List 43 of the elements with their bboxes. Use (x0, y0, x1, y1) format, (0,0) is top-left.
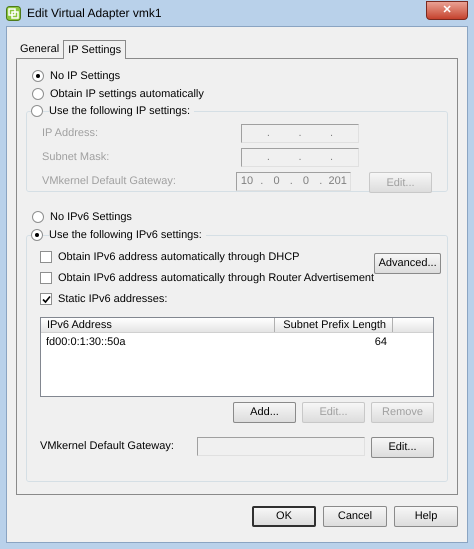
separator: . (330, 126, 334, 142)
checkbox-label: Static IPv6 addresses: (58, 292, 168, 307)
button[interactable]: Add... (233, 402, 296, 423)
radio-button[interactable] (32, 211, 44, 223)
button[interactable]: Advanced... (374, 252, 442, 274)
checkbox[interactable] (40, 293, 52, 305)
checkbox-label: Obtain IPv6 address automatically through DHCP (58, 250, 300, 265)
checkbox[interactable] (40, 251, 52, 263)
checkbox-label: Obtain IPv6 address automatically through Router Advertisement (58, 270, 374, 286)
logo-icon (6, 6, 21, 20)
checkbox[interactable] (40, 272, 52, 284)
gateway-field[interactable] (196, 436, 365, 456)
separator: . (298, 126, 302, 142)
column-header[interactable]: IPv6 Address (41, 318, 275, 332)
octet: 0 (272, 174, 281, 190)
radio-button[interactable] (32, 70, 44, 82)
octet: 0 (302, 174, 310, 190)
separator: . (298, 150, 302, 166)
field-label: VMkernel Default Gateway: (40, 438, 175, 454)
radio-button[interactable] (31, 105, 43, 117)
separator: . (319, 174, 322, 190)
octet: 10 (240, 174, 254, 190)
check-icon (42, 294, 50, 304)
separator: . (266, 150, 270, 166)
radio-button[interactable] (31, 229, 43, 241)
separator: . (330, 150, 334, 166)
radio-button[interactable] (32, 88, 44, 100)
table-cell-text: 64 (374, 334, 388, 350)
separator: . (290, 174, 293, 190)
field-label: IP Address: (42, 126, 100, 142)
field-label: VMkernel Default Gateway: (42, 174, 177, 190)
octet: 201 (328, 174, 347, 190)
button[interactable]: Cancel (323, 506, 387, 527)
tab[interactable]: IP Settings (63, 40, 126, 59)
separator: . (266, 126, 270, 142)
table-cell-text: fd00:0:1:30::50a (45, 334, 127, 350)
button[interactable]: Help (394, 506, 458, 527)
column-header[interactable]: Subnet Prefix Length (275, 318, 393, 332)
separator: . (260, 174, 264, 190)
window-title: Edit Virtual Adapter vmk1 (27, 5, 163, 22)
button[interactable]: OK (252, 506, 316, 527)
field-label: Subnet Mask: (42, 150, 110, 166)
button[interactable]: Edit... (371, 436, 434, 458)
